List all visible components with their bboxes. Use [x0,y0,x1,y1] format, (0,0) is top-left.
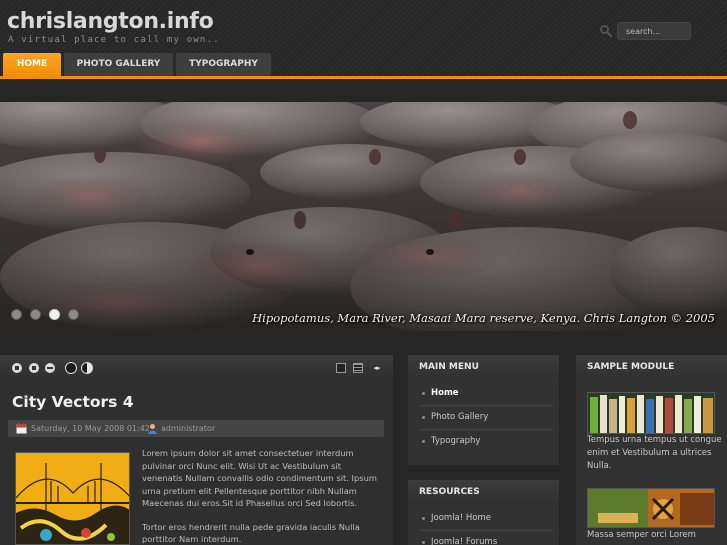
menu-item-label: Joomla! Forums [431,537,498,545]
wide-layout-icon[interactable] [336,363,346,373]
slide-image [0,102,727,331]
menu-item-label: Photo Gallery [431,412,489,422]
stop-icon[interactable] [12,363,22,373]
bullet-icon [422,440,425,443]
site-tagline: A virtual place to call my own.. [8,35,220,45]
resources-list: Joomla! Home Joomla! Forums [419,507,554,545]
minus-icon[interactable] [45,363,55,373]
square-icon[interactable] [29,363,39,373]
main-menu-module: MAIN MENU Home Photo Gallery Typography [408,355,559,465]
bullet-icon [422,392,425,395]
resource-item-joomla-forums[interactable]: Joomla! Forums [419,531,554,545]
sample-text-2: Massa semper orci Lorem [587,530,696,540]
narrow-layout-icon[interactable] [353,363,363,373]
site-header: chrislangton.info A virtual place to cal… [0,0,727,80]
resources-title: RESOURCES [419,487,480,497]
content-panel: ◂▸ City Vectors 4 Saturday, 10 May 2008 … [0,355,393,545]
content-toolbar: ◂▸ [0,355,393,381]
menu-item-label: Typography [431,436,481,446]
nav-tab-home[interactable]: HOME [3,53,61,77]
bullet-icon [422,541,425,544]
article-image [15,452,130,545]
resize-arrows-icon[interactable]: ◂▸ [372,363,382,373]
article-date: Saturday, 10 May 2008 01:42 [31,424,150,433]
sample-image-1[interactable] [587,392,715,434]
slide-dot-4[interactable] [68,309,79,320]
slide-caption: Hipopotamus, Mara River, Masaai Mara res… [252,311,715,325]
article-paragraph-2: Tortor eros hendrerit nulla pede gravida… [142,521,360,545]
article-body: Lorem ipsum dolor sit amet consectetuer … [142,447,382,545]
search-input[interactable] [617,22,691,40]
article-author[interactable]: administrator [161,423,215,434]
article-title[interactable]: City Vectors 4 [12,393,134,411]
dark-theme-icon[interactable] [65,362,77,374]
bullet-icon [422,517,425,520]
sample-image-2[interactable] [587,488,715,528]
main-menu-list: Home Photo Gallery Typography [419,382,554,453]
menu-item-photo-gallery[interactable]: Photo Gallery [419,406,554,430]
menu-item-label: Home [431,388,459,398]
slide-dot-1[interactable] [11,309,22,320]
main-nav: HOME PHOTO GALLERY TYPOGRAPHY [0,53,727,77]
resource-item-joomla-home[interactable]: Joomla! Home [419,507,554,531]
sample-module-title: SAMPLE MODULE [587,362,675,372]
bullet-icon [422,416,425,419]
slide-dot-2[interactable] [30,309,41,320]
menu-item-home[interactable]: Home [419,382,554,406]
resources-module: RESOURCES Joomla! Home Joomla! Forums [408,480,559,545]
article-paragraph-1: Lorem ipsum dolor sit amet consectetuer … [142,448,377,508]
user-icon [147,424,158,434]
nav-accent-line [0,76,727,79]
menu-item-label: Joomla! Home [431,513,491,523]
nav-tab-typography[interactable]: TYPOGRAPHY [176,53,271,77]
module-header: MAIN MENU [408,355,559,379]
article-meta: Saturday, 10 May 2008 01:42 administrato… [8,420,384,437]
contrast-icon[interactable] [81,362,93,374]
site-title[interactable]: chrislangton.info [7,7,214,37]
module-header: RESOURCES [408,480,559,504]
module-header: SAMPLE MODULE [576,355,727,379]
sample-text-1: Tempus urna tempus ut congue enim et Ves… [587,435,722,471]
nav-tab-photo-gallery[interactable]: PHOTO GALLERY [64,53,173,77]
slideshow[interactable]: Hipopotamus, Mara River, Masaai Mara res… [0,102,727,331]
menu-item-typography[interactable]: Typography [419,430,554,453]
main-menu-title: MAIN MENU [419,362,479,372]
sample-module: SAMPLE MODULE Tempus urna tempus ut cong… [576,355,727,545]
search-icon[interactable] [599,24,613,38]
calendar-icon [16,423,27,434]
slide-dot-3[interactable] [49,309,60,320]
